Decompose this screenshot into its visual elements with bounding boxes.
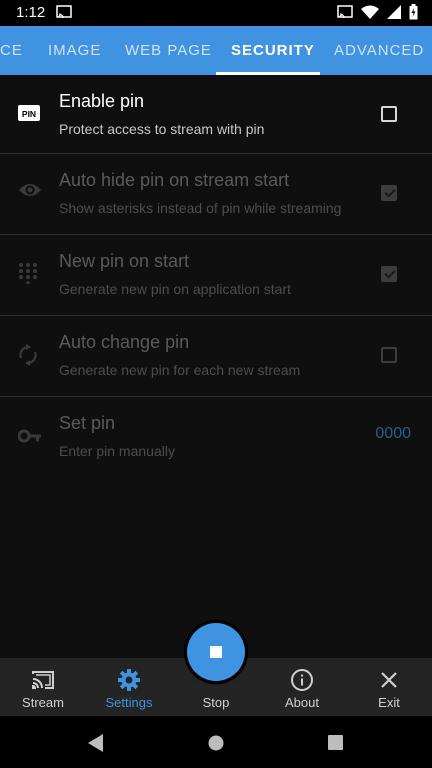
setting-enable-pin[interactable]: PIN Enable pin Protect access to stream … [0,75,432,155]
setting-title: Auto change pin [59,332,190,352]
setting-title: Auto hide pin on stream start [59,170,290,190]
setting-title: New pin on start [59,251,190,271]
settings-tabs: CE IMAGE WEB PAGE SECURITY ADVANCED [0,26,432,75]
status-bar: 1:12 [0,0,432,26]
nav-label: Exit [378,695,400,710]
recents-icon[interactable] [328,735,343,755]
refresh-icon [18,344,42,368]
enable-pin-checkbox[interactable] [381,106,397,122]
nav-label: Settings [105,695,153,710]
setting-new-pin-on-start[interactable]: New pin on start Generate new pin on app… [0,235,432,315]
nav-about[interactable]: About [259,658,345,716]
key-icon [17,429,42,453]
setting-auto-hide-pin[interactable]: Auto hide pin on stream start Show aster… [0,154,432,234]
nav-label: Stop [202,695,230,710]
back-icon[interactable] [88,734,104,757]
new-pin-on-start-checkbox[interactable] [381,266,397,282]
status-icons [337,4,418,25]
cast-status-icon [337,5,353,24]
svg-text:PIN: PIN [22,109,36,119]
cast-notification-icon [56,5,72,24]
system-navigation-bar [0,716,432,768]
tab-device[interactable]: CE [0,26,23,75]
battery-icon [409,4,418,25]
setting-subtitle: Protect access to stream with pin [59,121,265,137]
stop-button[interactable] [187,623,245,681]
info-icon [290,668,314,692]
home-icon[interactable] [208,735,224,756]
stop-icon [210,646,222,658]
tab-image[interactable]: IMAGE [48,26,101,75]
eye-icon [18,182,42,206]
pin-value: 0000 [375,425,411,442]
close-icon [377,668,401,692]
setting-set-pin[interactable]: Set pin Enter pin manually 0000 [0,397,432,477]
tab-security[interactable]: SECURITY [231,26,315,75]
auto-change-pin-checkbox[interactable] [381,347,397,363]
setting-subtitle: Generate new pin for each new stream [59,362,301,378]
setting-title: Enable pin [59,91,145,111]
cast-icon [31,668,55,692]
setting-auto-change-pin[interactable]: Auto change pin Generate new pin for eac… [0,316,432,396]
gear-icon [117,668,141,692]
wifi-icon [361,5,379,24]
setting-subtitle: Show asterisks instead of pin while stre… [59,200,342,216]
nav-label: About [285,695,319,710]
dialpad-icon [18,262,42,286]
nav-stream[interactable]: Stream [0,658,86,716]
setting-title: Set pin [59,413,116,433]
signal-icon [387,5,401,24]
nav-settings[interactable]: Settings [86,658,172,716]
setting-subtitle: Enter pin manually [59,443,175,459]
setting-subtitle: Generate new pin on application start [59,281,291,297]
nav-exit[interactable]: Exit [346,658,432,716]
security-settings-list: PIN Enable pin Protect access to stream … [0,75,432,658]
auto-hide-pin-checkbox[interactable] [381,185,397,201]
pin-icon: PIN [18,105,42,129]
tab-web-page[interactable]: WEB PAGE [125,26,212,75]
tab-advanced[interactable]: ADVANCED [334,26,424,75]
nav-label: Stream [22,695,64,710]
status-time: 1:12 [16,4,46,21]
